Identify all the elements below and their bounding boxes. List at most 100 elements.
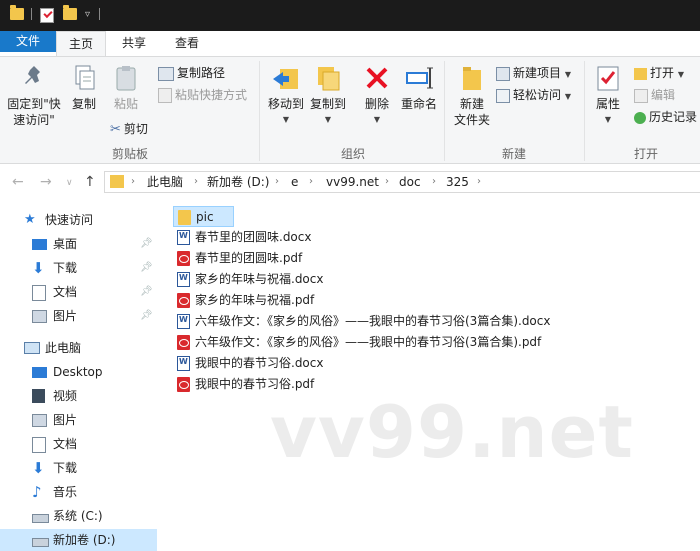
nav-drive-d[interactable]: 新加卷 (D:) <box>0 529 157 551</box>
pin-to-quick-access-button[interactable]: 固定到"快 速访问" <box>4 63 64 128</box>
breadcrumb-doc[interactable]: doc <box>399 172 421 192</box>
paste-button[interactable]: 粘贴 <box>106 63 146 112</box>
delete-button[interactable]: 删除 ▼ <box>358 63 396 128</box>
pin-label-line1: 固定到"快 <box>7 97 61 111</box>
breadcrumb-drive-d[interactable]: 新加卷 (D:) <box>207 172 269 192</box>
pin-icon <box>25 66 40 84</box>
paste-shortcut-button[interactable]: 粘贴快捷方式 <box>158 86 247 104</box>
nav-pc-pictures[interactable]: 图片 <box>0 409 157 431</box>
copy-label: 复制 <box>71 97 96 111</box>
documents-icon <box>32 437 46 453</box>
drive-icon <box>32 538 49 547</box>
nav-label: 下载 <box>53 261 78 275</box>
easy-access-button[interactable]: 轻松访问 ▼ <box>496 86 571 104</box>
back-arrow-icon[interactable]: ← <box>12 174 24 190</box>
group-divider <box>259 61 260 161</box>
nav-documents[interactable]: 文档 📌︎ <box>0 281 157 303</box>
file-name: 春节里的团圆味.docx <box>195 230 312 244</box>
nav-downloads[interactable]: ⬇ 下载 📌︎ <box>0 257 157 279</box>
breadcrumb-separator-icon[interactable]: › <box>275 172 279 192</box>
up-arrow-icon[interactable]: ↑ <box>84 174 96 190</box>
nav-pc-documents[interactable]: 文档 <box>0 433 157 455</box>
nav-label: 视频 <box>53 389 78 403</box>
new-folder-button[interactable]: 新建 文件夹 <box>450 63 494 128</box>
nav-drive-c[interactable]: 系统 (C:) <box>0 505 157 527</box>
word-document-icon <box>177 230 190 245</box>
pin-label-line2: 速访问" <box>13 113 55 127</box>
nav-desktop[interactable]: 桌面 📌︎ <box>0 233 157 255</box>
pdf-icon <box>177 251 190 266</box>
organize-group-label: 组织 <box>340 147 365 161</box>
tab-view[interactable]: 查看 <box>162 31 212 56</box>
properties-button[interactable]: 属性 ▼ <box>590 63 626 128</box>
forward-arrow-icon[interactable]: → <box>40 174 52 190</box>
list-item[interactable]: pic <box>173 206 234 227</box>
pin-icon[interactable]: 📌︎ <box>140 257 153 279</box>
new-folder-label-line2: 文件夹 <box>453 113 490 127</box>
group-divider <box>444 61 445 161</box>
copy-to-button[interactable]: 复制到 ▼ <box>308 63 348 128</box>
breadcrumb-separator-icon[interactable]: › <box>477 172 481 192</box>
new-item-icon <box>496 66 510 81</box>
open-group-label: 打开 <box>633 147 658 161</box>
breadcrumb-vv99[interactable]: vv99.net <box>326 172 379 192</box>
word-document-icon <box>177 272 190 287</box>
open-button[interactable]: 打开 ▼ <box>634 64 684 82</box>
nav-videos[interactable]: 视频 <box>0 385 157 407</box>
address-toolbar: ← → ∨ ↑ › 此电脑 › 新加卷 (D:) › e › vv99.net … <box>0 164 700 202</box>
copy-to-icon <box>318 67 340 91</box>
copy-path-label: 复制路径 <box>177 66 226 80</box>
breadcrumb-e[interactable]: e <box>291 172 298 192</box>
nav-label: 桌面 <box>53 237 78 251</box>
breadcrumb-separator-icon[interactable]: › <box>131 172 135 192</box>
pin-icon[interactable]: 📌︎ <box>140 233 153 255</box>
folder-icon[interactable] <box>10 5 24 20</box>
customize-toolbar-chevron-icon[interactable]: ▿ <box>85 9 90 20</box>
tab-home[interactable]: 主页 <box>56 31 106 56</box>
recent-locations-chevron-icon[interactable]: ∨ <box>66 178 73 188</box>
copy-button[interactable]: 复制 <box>66 63 102 112</box>
edit-button[interactable]: 编辑 <box>634 86 675 104</box>
nav-pictures[interactable]: 图片 📌︎ <box>0 305 157 327</box>
breadcrumb-separator-icon[interactable]: › <box>309 172 313 192</box>
pin-icon[interactable]: 📌︎ <box>140 305 153 327</box>
nav-pc-downloads[interactable]: ⬇ 下载 <box>0 457 157 479</box>
file-name: 六年级作文：《家乡的风俗》——我眼中的春节习俗(3篇合集).pdf <box>195 335 542 349</box>
pdf-icon <box>177 335 190 350</box>
nav-quick-access[interactable]: ★ 快速访问 <box>0 209 157 231</box>
pictures-icon <box>32 414 47 427</box>
breadcrumb-separator-icon[interactable]: › <box>194 172 198 192</box>
folder-icon <box>178 210 191 225</box>
breadcrumb-separator-icon[interactable]: › <box>432 172 436 192</box>
ribbon: 固定到"快 速访问" 复制 粘贴 复制路径 粘贴快捷方式 ✂ 剪切 剪贴板 移动到… <box>0 56 700 164</box>
breadcrumb-separator-icon[interactable]: › <box>385 172 389 192</box>
edit-label: 编辑 <box>651 88 676 102</box>
move-to-label: 移动到 <box>267 97 304 111</box>
tab-file[interactable]: 文件 <box>0 31 56 52</box>
word-document-icon <box>177 356 190 371</box>
cut-button[interactable]: ✂ 剪切 <box>110 120 148 138</box>
breadcrumb-325[interactable]: 325 <box>446 172 469 192</box>
paste-icon <box>116 66 136 91</box>
copy-path-button[interactable]: 复制路径 <box>158 64 225 82</box>
nav-label: 系统 (C:) <box>53 509 103 523</box>
desktop-icon <box>32 367 47 378</box>
rename-button[interactable]: 重命名 <box>398 63 440 112</box>
pin-icon[interactable]: 📌︎ <box>140 281 153 303</box>
paste-label: 粘贴 <box>113 97 138 111</box>
properties-quick-icon[interactable] <box>40 8 54 23</box>
move-to-button[interactable]: 移动到 ▼ <box>264 63 308 128</box>
address-bar[interactable]: › 此电脑 › 新加卷 (D:) › e › vv99.net › doc › … <box>104 171 700 193</box>
tab-share[interactable]: 共享 <box>110 31 158 56</box>
new-folder-quick-icon[interactable] <box>63 5 77 20</box>
nav-pc-desktop[interactable]: Desktop <box>0 361 157 383</box>
nav-label: 新加卷 (D:) <box>53 533 116 547</box>
nav-music[interactable]: ♪ 音乐 <box>0 481 157 503</box>
new-item-button[interactable]: 新建项目 ▼ <box>496 64 571 82</box>
nav-this-pc[interactable]: 此电脑 <box>0 337 157 359</box>
nav-label: 音乐 <box>53 485 78 499</box>
properties-label: 属性 <box>595 97 620 111</box>
breadcrumb-this-pc[interactable]: 此电脑 <box>147 172 183 192</box>
separator <box>99 8 100 20</box>
history-button[interactable]: 历史记录 <box>634 108 697 126</box>
